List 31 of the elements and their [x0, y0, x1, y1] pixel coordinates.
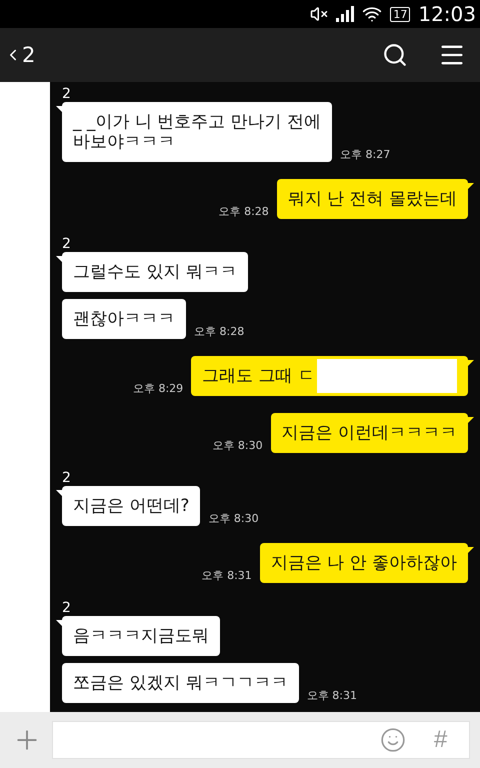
message-input[interactable]: #: [52, 721, 470, 759]
bubble-tail: [467, 360, 474, 367]
message-time: 오후 8:30: [208, 511, 259, 526]
bubble-tail: [56, 106, 63, 113]
battery-icon: 17: [390, 6, 410, 22]
bubble-tail: [467, 183, 474, 190]
mute-icon: [310, 5, 328, 23]
message-time: 오후 8:28: [194, 324, 244, 339]
emoji-button[interactable]: [380, 727, 406, 753]
message-time: 오후 8:28: [218, 204, 269, 219]
sender-name: 2: [62, 236, 71, 252]
bubble-tail: [467, 417, 474, 424]
message-time: 오후 8:31: [202, 568, 252, 583]
message-time: 오후 8:31: [306, 688, 358, 703]
received-message: 쪼금은 있겠지 뭐ㅋㄱㄱㅋㅋ: [62, 663, 299, 703]
bubble-tail: [56, 490, 63, 497]
sender-name: 2: [62, 600, 71, 616]
signal-icon: [336, 6, 354, 22]
received-message: 괜찮아ㅋㅋㅋ: [62, 299, 186, 339]
bubble-tail: [56, 620, 63, 627]
message-time: 오후 8:27: [340, 147, 390, 162]
chat-title: 2: [22, 43, 36, 67]
bubble-tail: [467, 547, 474, 554]
message-time: 오후 8:29: [132, 381, 184, 396]
sender-name: 2: [62, 86, 71, 102]
bubble-tail: [56, 256, 63, 263]
hashtag-button[interactable]: #: [434, 726, 447, 754]
clock: 12:03: [418, 2, 476, 26]
search-button[interactable]: [382, 42, 408, 68]
sender-name: 2: [62, 470, 71, 486]
message-time: 오후 8:30: [212, 438, 263, 453]
